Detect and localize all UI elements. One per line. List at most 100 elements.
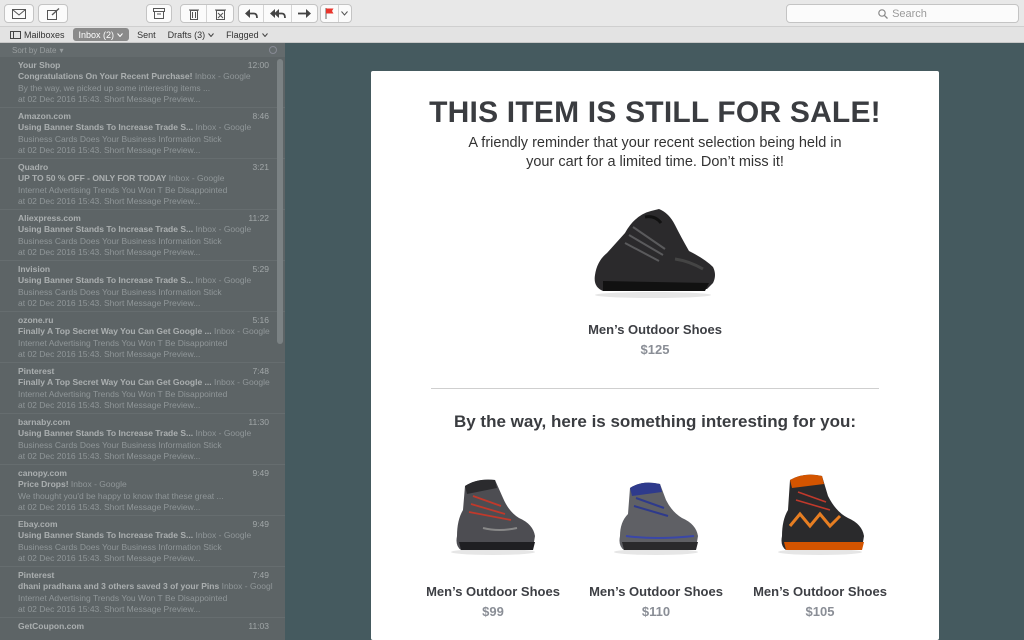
message-row[interactable]: Quadro 3:21 UP TO 50 % OFF - ONLY FOR TODA… <box>0 159 285 210</box>
message-rows: Your Shop 12:00 Congratulations On Your Re… <box>0 57 285 640</box>
message-preview-meta: at 02 Dec 2016 15:43. Short Message Prev… <box>18 450 201 461</box>
message-preview: Internet Advertising Trends You Won T Be… <box>18 184 228 195</box>
message-subject-text: Using Banner Stands To Increase Trade S.… <box>18 428 194 439</box>
message-time: 9:49 <box>252 468 269 478</box>
message-preview-meta: at 02 Dec 2016 15:43. Short Message Prev… <box>18 552 201 563</box>
archive-button[interactable] <box>146 4 172 23</box>
reply-icon <box>244 8 258 18</box>
favorite-sent-label: Sent <box>137 29 156 40</box>
message-subject-text: Using Banner Stands To Increase Trade S.… <box>18 275 194 286</box>
message-subject-text: Finally A Top Secret Way You Can Get Goo… <box>18 377 212 388</box>
message-sender: Quadro <box>18 162 49 172</box>
message-sender: ozone.ru <box>18 315 54 325</box>
list-scrollbar[interactable] <box>277 59 283 344</box>
get-mail-button[interactable] <box>4 4 34 23</box>
message-subject: Price Drops! Inbox - Google <box>18 479 273 490</box>
message-row[interactable]: Pinterest 7:48 Finally A Top Secret Way Yo… <box>0 363 285 414</box>
sidebar-icon <box>10 30 21 39</box>
recommendation-item[interactable]: Men’s Outdoor Shoes $99 <box>418 466 568 619</box>
message-row[interactable]: Your Shop 12:00 Congratulations On Your Re… <box>0 57 285 108</box>
filter-icon[interactable] <box>269 46 277 54</box>
flag-button[interactable] <box>321 5 339 22</box>
forward-icon <box>297 8 311 18</box>
favorite-inbox[interactable]: Inbox (2) <box>72 28 130 41</box>
message-subject-text: Using Banner Stands To Increase Trade S.… <box>18 530 194 541</box>
message-preview: By the way, we picked up some interestin… <box>18 82 211 93</box>
favorite-flagged[interactable]: Flagged <box>220 28 274 41</box>
boot-image <box>614 482 698 555</box>
email-body: THIS ITEM IS STILL FOR SALE! A friendly … <box>371 71 939 640</box>
message-row[interactable]: canopy.com 9:49 Price Drops! Inbox - Googl… <box>0 465 285 516</box>
message-row[interactable]: Pinterest 7:49 dhani pradhana and 3 others… <box>0 567 285 618</box>
message-row[interactable]: Invision 5:29 Using Banner Stands To Incre… <box>0 261 285 312</box>
message-preview: Internet Advertising Trends You Won T Be… <box>18 337 228 348</box>
chevron-down-icon <box>341 11 349 16</box>
message-subject-text: dhani pradhana and 3 others saved 3 of y… <box>18 581 220 592</box>
message-row[interactable]: Aliexpress.com 11:22 Using Banner Stands T… <box>0 210 285 261</box>
message-subject: Using Banner Stands To Increase Trade S.… <box>18 530 273 541</box>
reply-button[interactable] <box>239 5 265 22</box>
search-field[interactable]: Search <box>786 4 1019 23</box>
junk-button[interactable] <box>207 5 233 22</box>
sort-bar[interactable]: Sort by Date ▾ <box>0 43 285 57</box>
flag-menu-button[interactable] <box>339 5 351 22</box>
message-row[interactable]: Ebay.com 9:49 Using Banner Stands To Incre… <box>0 516 285 567</box>
message-row[interactable]: GetCoupon.com 11:03 <box>0 618 285 640</box>
reply-all-button[interactable] <box>264 5 292 22</box>
message-preview: Business Cards Does Your Business Inform… <box>18 541 222 552</box>
message-mailbox-tag: Inbox - Google <box>195 122 252 133</box>
recommendations-heading: By the way, here is something interestin… <box>453 412 857 431</box>
favorite-drafts[interactable]: Drafts (3) <box>162 28 221 41</box>
message-subject: Using Banner Stands To Increase Trade S.… <box>18 275 273 286</box>
favorite-drafts-label: Drafts (3) <box>167 29 206 40</box>
delete-button[interactable] <box>181 5 208 22</box>
message-preview-meta: at 02 Dec 2016 15:43. Short Message Prev… <box>18 144 201 155</box>
message-time: 3:21 <box>252 162 269 172</box>
message-row[interactable]: Amazon.com 8:46 Using Banner Stands To Inc… <box>0 108 285 159</box>
flag-icon <box>325 8 334 19</box>
recommendation-name: Men’s Outdoor Shoes <box>426 584 560 599</box>
message-sender: Pinterest <box>18 570 55 580</box>
reply-group <box>238 4 318 23</box>
message-mailbox-tag: Inbox - Google <box>214 377 270 388</box>
message-subject: Finally A Top Secret Way You Can Get Goo… <box>18 326 273 337</box>
reply-all-icon <box>269 8 286 18</box>
message-time: 11:03 <box>248 621 269 631</box>
recommendation-name: Men’s Outdoor Shoes <box>589 584 723 599</box>
favorite-mailboxes[interactable]: Mailboxes <box>0 28 71 41</box>
message-time: 12:00 <box>247 60 269 70</box>
message-sender: Pinterest <box>18 366 55 376</box>
trash-icon <box>188 9 199 20</box>
message-row[interactable]: barnaby.com 11:30 Using Banner Stands To I… <box>0 414 285 465</box>
message-preview-meta: at 02 Dec 2016 15:43. Short Message Prev… <box>18 246 201 257</box>
message-time: 7:49 <box>252 570 269 580</box>
chevron-down-icon <box>208 32 214 37</box>
hero-shoe-image[interactable] <box>585 203 720 303</box>
favorite-flagged-label: Flagged <box>226 29 259 40</box>
compose-button[interactable] <box>38 4 68 23</box>
message-preview-meta: at 02 Dec 2016 15:43. Short Message Prev… <box>18 501 201 512</box>
hero-product-name[interactable]: Men’s Outdoor Shoes <box>371 322 939 337</box>
flag-group <box>320 4 352 23</box>
forward-button[interactable] <box>292 5 317 22</box>
compose-icon <box>46 7 59 20</box>
chevron-down-icon: ▾ <box>59 45 64 55</box>
message-preview-meta: at 02 Dec 2016 15:43. Short Message Prev… <box>18 399 201 410</box>
message-subject: UP TO 50 % OFF - ONLY FOR TODAY Inbox - … <box>18 173 273 184</box>
email-subheadline-line2: your cart for a limited time. Don’t miss… <box>526 153 784 170</box>
favorite-sent[interactable]: Sent <box>131 28 162 41</box>
message-mailbox-tag: Inbox - Google <box>168 173 225 184</box>
section-divider <box>431 388 879 389</box>
recommendation-item[interactable]: Men’s Outdoor Shoes $110 <box>581 466 731 619</box>
message-subject-text: Congratulations On Your Recent Purchase! <box>18 71 193 82</box>
message-time: 7:48 <box>252 366 269 376</box>
recommendation-item[interactable]: Men’s Outdoor Shoes $105 <box>745 466 895 619</box>
delete-junk-group <box>180 4 234 23</box>
favorite-mailboxes-label: Mailboxes <box>24 29 65 40</box>
message-sender: GetCoupon.com <box>18 621 85 631</box>
message-subject: dhani pradhana and 3 others saved 3 of y… <box>18 581 273 592</box>
favorite-inbox-label: Inbox (2) <box>78 29 115 40</box>
message-subject: Congratulations On Your Recent Purchase!… <box>18 71 273 82</box>
message-row[interactable]: ozone.ru 5:16 Finally A Top Secret Way You… <box>0 312 285 363</box>
message-subject-text: Using Banner Stands To Increase Trade S.… <box>18 122 194 133</box>
